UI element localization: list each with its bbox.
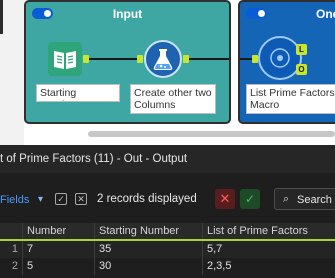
record-number: 2	[11, 260, 18, 272]
table-cell[interactable]: 5	[22, 258, 94, 275]
book-icon	[54, 51, 76, 69]
results-toolbar: Fields ▾ ✓ ✕ 2 records displayed ✕ ✓ ⌕ S…	[0, 185, 335, 215]
container-title: Input	[112, 7, 143, 21]
search-label: Search	[297, 194, 332, 206]
column-header[interactable]: Starting Number	[94, 223, 202, 239]
table-row[interactable]: 2 5 30 2,3,5	[0, 258, 335, 275]
tool-annotation-formula[interactable]: Create other two Columns	[130, 84, 216, 114]
macro-output-anchor-l[interactable]: L	[296, 44, 307, 55]
table-cell[interactable]: 35	[94, 241, 202, 258]
table-cell[interactable]: 30	[94, 258, 202, 275]
check-icon: ✓	[244, 192, 256, 206]
results-grid[interactable]: Number Starting Number List of Prime Fac…	[0, 223, 335, 275]
container-enable-toggle[interactable]	[246, 8, 267, 19]
cancel-button[interactable]: ✕	[215, 189, 235, 209]
search-icon: ⌕	[283, 193, 290, 205]
table-cell[interactable]: 7	[22, 241, 94, 258]
input-tool-container[interactable]: Input Starting Create other two Columns	[24, 0, 231, 124]
canvas-left-strip	[0, 0, 24, 145]
column-header[interactable]: Number	[22, 223, 94, 239]
close-icon: ✕	[219, 191, 231, 206]
second-tool-container[interactable]: One L O List Prime Factors Macro	[238, 0, 335, 124]
deselect-icon[interactable]: ✕	[75, 193, 87, 205]
alteryx-designer-window: Input Starting Create other two Columns …	[0, 0, 335, 278]
canvas-edge	[0, 0, 3, 34]
container-header: One	[240, 2, 335, 24]
tool-annotation-macro[interactable]: List Prime Factors Macro	[246, 84, 335, 114]
connection-wire	[89, 58, 139, 60]
workflow-canvas[interactable]: Input Starting Create other two Columns …	[0, 0, 335, 145]
table-cell[interactable]: 2,3,5	[202, 258, 335, 275]
text-input-tool[interactable]	[48, 42, 82, 76]
formula-tool[interactable]	[144, 40, 182, 78]
container-header: Input	[26, 2, 229, 24]
records-count: 2 records displayed	[97, 193, 197, 205]
canvas-horizontal-scrollbar[interactable]	[88, 131, 335, 137]
results-window: t of Prime Factors (11) - Out - Output F…	[0, 145, 335, 278]
results-title: t of Prime Factors (11) - Out - Output	[0, 145, 335, 173]
input-anchor[interactable]	[137, 55, 143, 63]
checkbox-select-all-icon[interactable]: ✓	[55, 193, 67, 205]
flask-icon	[153, 49, 173, 70]
fields-dropdown[interactable]: Fields	[0, 194, 29, 206]
toggle-knob	[258, 10, 265, 17]
column-header[interactable]: List of Prime Factors	[202, 223, 335, 239]
connection-wire	[189, 58, 229, 60]
table-row[interactable]: 1 7 35 5,7	[0, 241, 335, 258]
record-number: 1	[11, 243, 18, 255]
macro-output-anchor-o[interactable]: O	[296, 64, 307, 75]
search-button[interactable]: ⌕ Search	[274, 188, 335, 210]
apply-button[interactable]: ✓	[240, 189, 260, 209]
table-header: Number Starting Number List of Prime Fac…	[0, 223, 335, 241]
chevron-down-icon[interactable]: ▾	[38, 194, 43, 205]
macro-icon	[270, 48, 290, 68]
record-column-header	[0, 223, 22, 239]
table-cell[interactable]: 5,7	[202, 241, 335, 258]
container-title: One	[316, 7, 335, 21]
tool-annotation-starting-number[interactable]: Starting Number	[36, 84, 120, 102]
